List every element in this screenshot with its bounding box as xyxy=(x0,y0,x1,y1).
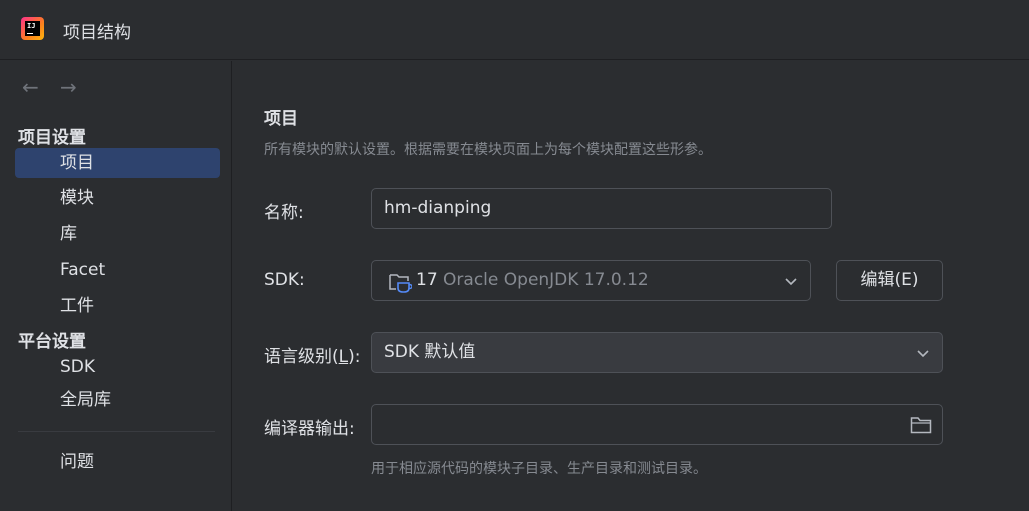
window-title: 项目结构 xyxy=(63,23,131,43)
language-level-label: 语言级别(L): xyxy=(264,347,361,367)
compiler-output-input[interactable] xyxy=(371,404,943,445)
sidebar-divider xyxy=(18,431,215,432)
sidebar-item-global-libraries[interactable]: 全局库 xyxy=(15,385,220,415)
sidebar-item-project[interactable]: 项目 xyxy=(15,148,220,178)
sidebar-item-modules[interactable]: 模块 xyxy=(15,183,220,213)
language-level-mnemonic: L xyxy=(338,347,349,367)
page-description: 所有模块的默认设置。根据需要在模块页面上为每个模块配置这些形参。 xyxy=(264,142,712,158)
name-input[interactable]: hm-dianping xyxy=(371,188,832,229)
title-bar: IJ 项目结构 xyxy=(0,0,1029,60)
compiler-output-label: 编译器输出: xyxy=(264,419,355,439)
compiler-output-hint: 用于相应源代码的模块子目录、生产目录和测试目录。 xyxy=(371,461,707,477)
project-settings-header: 项目设置 xyxy=(18,128,86,148)
language-level-value: SDK 默认值 xyxy=(384,342,476,362)
sdk-version: 17 xyxy=(416,270,438,290)
edit-sdk-button[interactable]: 编辑(E) xyxy=(836,260,943,301)
sdk-name: Oracle OpenJDK 17.0.12 xyxy=(443,270,649,290)
chevron-down-icon xyxy=(917,350,929,358)
folder-icon[interactable] xyxy=(910,415,932,435)
main-panel: 项目 所有模块的默认设置。根据需要在模块页面上为每个模块配置这些形参。 名称: … xyxy=(233,61,1029,511)
sidebar-item-sdks[interactable]: SDK xyxy=(15,352,220,382)
folder-java-icon xyxy=(389,274,412,293)
arrow-left-icon[interactable]: ← xyxy=(22,75,39,99)
platform-settings-header: 平台设置 xyxy=(18,332,86,352)
sidebar-item-libraries[interactable]: 库 xyxy=(15,219,220,249)
language-level-dropdown[interactable]: SDK 默认值 xyxy=(371,332,943,373)
name-label: 名称: xyxy=(264,203,304,223)
sidebar-item-problems[interactable]: 问题 xyxy=(15,447,220,477)
sdk-dropdown[interactable]: 17 Oracle OpenJDK 17.0.12 xyxy=(371,260,811,301)
sidebar-item-artifacts[interactable]: 工件 xyxy=(15,291,220,321)
chevron-down-icon xyxy=(785,278,797,286)
sdk-label: SDK: xyxy=(264,270,305,290)
page-title: 项目 xyxy=(264,109,298,129)
sidebar-item-facets[interactable]: Facet xyxy=(15,255,220,285)
arrow-right-icon[interactable]: → xyxy=(60,75,77,99)
intellij-logo-icon: IJ xyxy=(21,17,44,40)
sidebar: ← → 项目设置 项目 模块 库 Facet 工件 平台设置 SDK 全局库 问… xyxy=(0,61,232,511)
